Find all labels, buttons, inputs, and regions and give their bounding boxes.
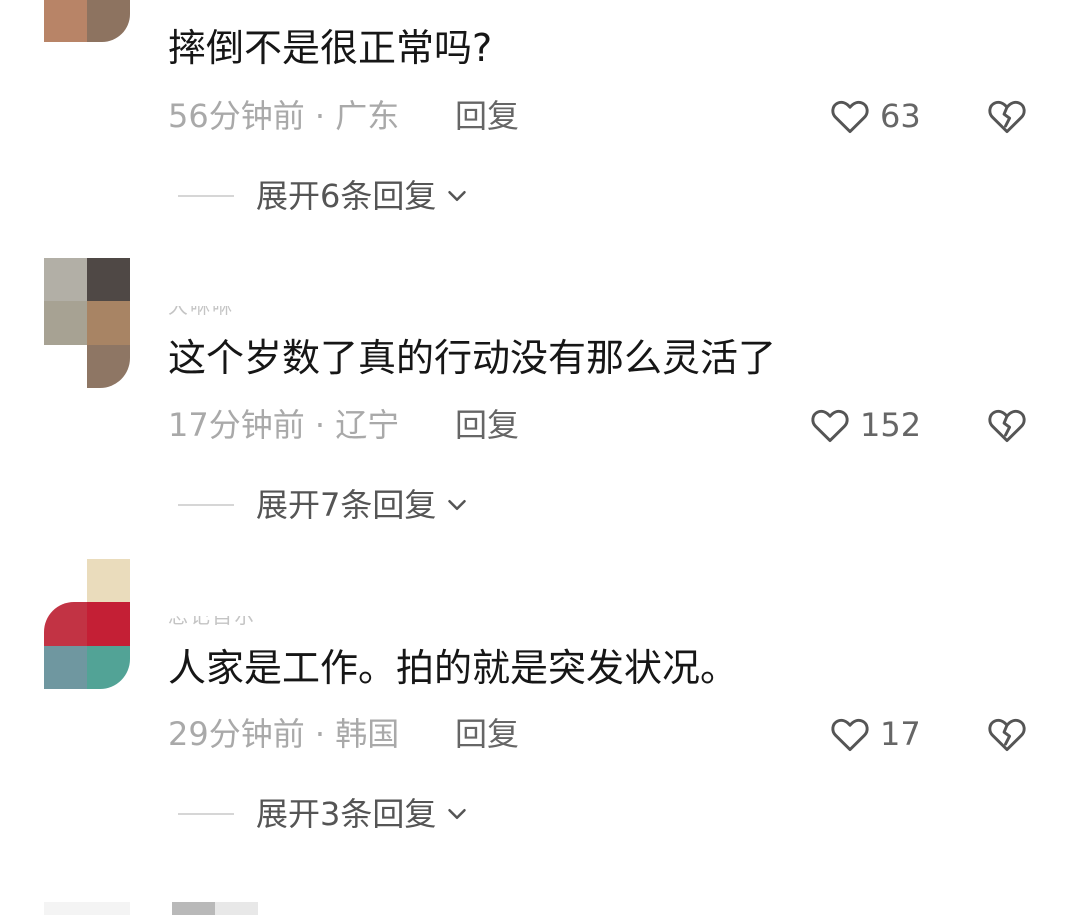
avatar[interactable]: [44, 559, 130, 689]
dislike-button[interactable]: [985, 712, 1029, 756]
comment-item: 忘记自尔 人家是工作。拍的就是突发状况。 29分钟前 · 韩国 回复 17 展开…: [0, 0, 1080, 870]
avatar-tile: [44, 602, 87, 646]
comment-time-location: 29分钟前 · 韩国: [168, 715, 400, 753]
comment-text: 人家是工作。拍的就是突发状况。: [168, 646, 739, 690]
like-button[interactable]: 17: [828, 712, 921, 756]
divider-line: [178, 813, 234, 815]
heart-outline-icon: [831, 718, 869, 752]
avatar-tile: [87, 602, 130, 646]
username[interactable]: 忘记自尔: [168, 616, 256, 629]
next-comment-avatar[interactable]: [44, 902, 130, 915]
like-count: 17: [880, 715, 921, 753]
avatar-tile: [87, 645, 130, 689]
broken-heart-icon: [988, 718, 1026, 752]
expand-replies-label: 展开3条回复: [256, 795, 437, 833]
avatar-tile: [87, 559, 130, 603]
expand-replies-button[interactable]: 展开3条回复: [178, 794, 472, 834]
reply-button[interactable]: 回复: [455, 714, 519, 754]
avatar-tile: [44, 559, 87, 603]
next-comment-username: [172, 902, 258, 915]
chevron-down-icon: [448, 809, 467, 819]
avatar-tile: [44, 645, 87, 689]
